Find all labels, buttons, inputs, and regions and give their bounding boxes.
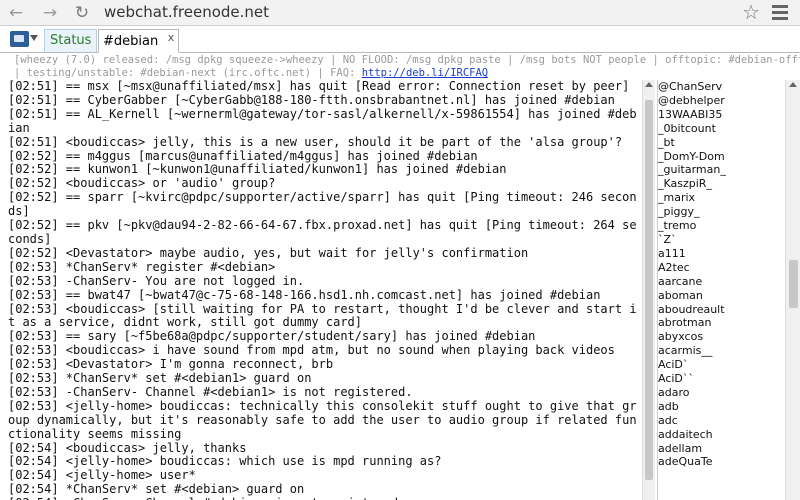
chat-line: [02:54] *ChanServ* set #<debian> guard o… — [8, 482, 305, 497]
tab-status[interactable]: Status — [44, 29, 98, 52]
chat-line: [02:53] *ChanServ* set #<debian1> guard … — [8, 371, 312, 386]
nick-list-item[interactable]: A2tec — [658, 261, 785, 275]
menu-icon[interactable] — [772, 5, 788, 21]
nick-list-item[interactable]: _KaszpiR_ — [658, 177, 785, 191]
nick-list-item[interactable]: _tremo — [658, 219, 785, 233]
chat-log: [02:51] == msx [~msx@unaffiliated/msx] h… — [8, 80, 642, 500]
nick-list-item[interactable]: 13WAABI35 — [658, 108, 785, 122]
nick-list-item[interactable]: `Z` — [658, 233, 785, 247]
chat-line: [02:53] == sary [~f5be68a@pdpc/supporter… — [8, 329, 536, 344]
chat-line: [02:51] == msx [~msx@unaffiliated/msx] h… — [8, 80, 630, 93]
chat-line: [02:52] == sparr [~kvirc@pdpc/supporter/… — [8, 190, 637, 219]
nick-list-item[interactable]: aboudreault — [658, 303, 785, 317]
scroll-up-icon[interactable] — [789, 82, 797, 87]
nick-list-item[interactable]: abrotman — [658, 316, 785, 330]
chat-line: [02:52] <boudiccas> or 'audio' group? — [8, 176, 276, 191]
nick-list-item[interactable]: _marix — [658, 191, 785, 205]
nick-list-item[interactable]: adaro — [658, 386, 785, 400]
chat-line: [02:51] <boudiccas> jelly, this is a new… — [8, 134, 623, 149]
nick-list-item[interactable]: abyxcos — [658, 330, 785, 344]
forward-arrow-icon[interactable]: → — [40, 3, 60, 23]
close-icon[interactable]: x — [168, 26, 175, 49]
chat-line: [02:53] <boudiccas> i have sound from mp… — [8, 343, 615, 358]
topic-line-2: | testing/unstable: #debian-next (irc.of… — [14, 67, 800, 80]
tab-debian[interactable]: #debian x — [98, 26, 180, 53]
chat-app-icon[interactable] — [10, 31, 29, 47]
chat-line: [02:51] == CyberGabber [~CyberGabb@188-1… — [8, 92, 615, 107]
nicklist-scroll-thumb[interactable] — [789, 260, 798, 308]
nick-list-item[interactable]: _bt — [658, 136, 785, 150]
nick-list-item[interactable]: AciD`` — [658, 372, 785, 386]
chat-line: [02:54] <jelly-home> user* — [8, 468, 196, 483]
topic-line-1: [wheezy (7.0) released: /msg dpkg squeez… — [14, 54, 800, 66]
nick-list-item[interactable]: adeQuaTe — [658, 455, 785, 469]
star-icon[interactable]: ☆ — [742, 1, 760, 23]
chat-line: [02:53] == bwat47 [~bwat47@c-75-68-148-1… — [8, 287, 601, 302]
chat-line: [02:54] <jelly-home> boudiccas: which us… — [8, 454, 442, 469]
chat-scroll-thumb[interactable] — [645, 100, 653, 480]
nick-list-item[interactable]: adb — [658, 400, 785, 414]
chat-line: [02:54] <boudiccas> jelly, thanks — [8, 440, 247, 455]
nick-list-item[interactable]: adellam — [658, 442, 785, 456]
nicklist-scrollbar[interactable] — [785, 80, 800, 500]
chat-line: [02:53] *ChanServ* register #<debian> — [8, 259, 276, 274]
nick-list-item[interactable]: a111 — [658, 247, 785, 261]
browser-toolbar: ← → ↻ webchat.freenode.net ☆ — [0, 0, 800, 26]
faq-link[interactable]: http://deb.li/IRCFAQ — [362, 67, 488, 79]
scroll-up-icon[interactable] — [645, 82, 653, 87]
nick-list-item[interactable]: AciD` — [658, 358, 785, 372]
nick-list-item[interactable]: aboman — [658, 289, 785, 303]
nick-list-item[interactable]: adc — [658, 414, 785, 428]
address-bar[interactable]: webchat.freenode.net — [104, 3, 269, 21]
tab-debian-label: #debian — [103, 34, 159, 49]
nick-list-item[interactable]: _0bitcount — [658, 122, 785, 136]
nick-list-item[interactable]: aarcane — [658, 275, 785, 289]
nick-list-item[interactable]: @debhelper — [658, 94, 785, 108]
chat-line: [02:53] <Devastator> I'm gonna reconnect… — [8, 357, 334, 372]
chat-line: [02:51] == AL_Kernell [~wernerml@gateway… — [8, 106, 637, 135]
chat-line: [02:53] -ChanServ- Channel #<debian1> is… — [8, 384, 413, 399]
chat-scrollbar[interactable] — [642, 80, 655, 500]
nick-list: @ChanServ @debhelper 13WAABI35 _0bitcount _b… — [657, 80, 785, 500]
nick-list-item[interactable]: _piggy_ — [658, 205, 785, 219]
chat-line: [02:53] <jelly-home> boudiccas: technica… — [8, 398, 637, 441]
chat-line: [02:53] <boudiccas> [still waiting for P… — [8, 301, 637, 330]
chat-line: [02:52] == m4ggus [marcus@unaffiliated/m… — [8, 148, 478, 163]
back-arrow-icon[interactable]: ← — [6, 3, 26, 23]
topic-line-2-prefix: | testing/unstable: #debian-next (irc.of… — [14, 67, 362, 79]
channel-topic: [wheezy (7.0) released: /msg dpkg squeez… — [14, 54, 800, 82]
chevron-down-icon[interactable] — [30, 35, 38, 41]
chat-line: [02:52] <Devastator> maybe audio, yes, b… — [8, 245, 529, 260]
nick-list-item[interactable]: _DomY-Dom — [658, 150, 785, 164]
nick-list-item[interactable]: @ChanServ — [658, 80, 785, 94]
nick-list-item[interactable]: _guitarman_ — [658, 163, 785, 177]
chat-line: [02:52] == kunwon1 [~kunwon1@unaffiliate… — [8, 162, 507, 177]
nick-list-item[interactable]: addaitech — [658, 428, 785, 442]
chat-line: [02:53] -ChanServ- You are not logged in… — [8, 273, 305, 288]
reload-icon[interactable]: ↻ — [72, 3, 92, 23]
nick-list-item[interactable]: acarmis__ — [658, 344, 785, 358]
chat-line: [02:52] == pkv [~pkv@dau94-2-82-66-64-67… — [8, 218, 637, 246]
